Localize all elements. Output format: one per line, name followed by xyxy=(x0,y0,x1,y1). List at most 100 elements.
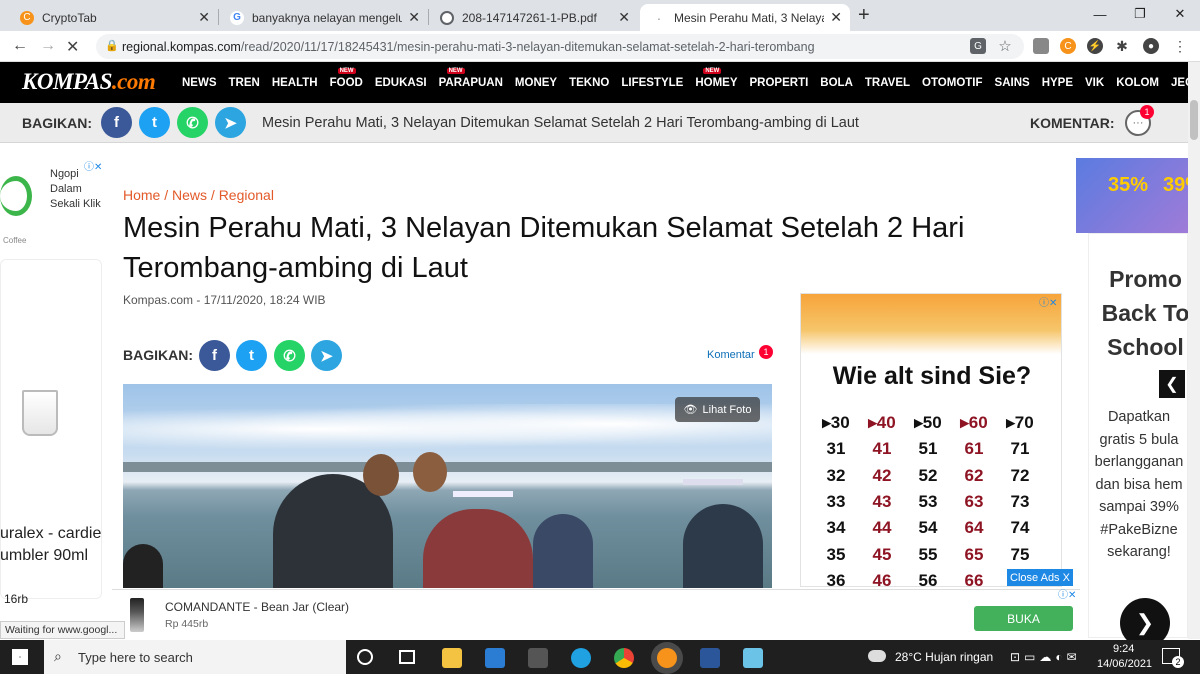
nav-item-parapuan[interactable]: PARAPUAN NEW xyxy=(439,67,503,89)
nav-item-vik[interactable]: VIK xyxy=(1085,77,1104,89)
age-option[interactable]: 32 xyxy=(813,466,859,486)
task-view-icon[interactable] xyxy=(399,650,415,664)
minimize-icon[interactable]: — xyxy=(1080,0,1120,28)
age-option[interactable]: 51 xyxy=(905,439,951,459)
menu-kebab-icon[interactable]: ⋮ xyxy=(1172,38,1188,54)
age-option[interactable]: 54 xyxy=(905,518,951,538)
nav-item-otomotif[interactable]: OTOMOTIF xyxy=(922,77,982,89)
twitter-share-icon[interactable]: t xyxy=(236,340,267,371)
app-icon[interactable] xyxy=(743,648,763,668)
file-explorer-icon[interactable] xyxy=(442,648,462,668)
age-option[interactable]: ▸30 xyxy=(813,413,859,433)
back-icon[interactable]: ← xyxy=(12,37,28,55)
age-option[interactable]: 36 xyxy=(813,571,859,586)
page-scrollbar[interactable] xyxy=(1188,62,1200,639)
whatsapp-share-icon[interactable]: ✆ xyxy=(274,340,305,371)
lihat-foto-button[interactable]: 👁 Lihat Foto xyxy=(675,397,760,422)
close-tab-icon[interactable]: ✕ xyxy=(830,9,842,26)
stop-loading-icon[interactable]: ✕ xyxy=(66,37,79,57)
age-option[interactable]: 75 xyxy=(997,545,1043,565)
bookmark-star-icon[interactable]: ☆ xyxy=(997,38,1013,55)
age-option[interactable]: 45 xyxy=(859,545,905,565)
cortana-icon[interactable] xyxy=(357,649,373,665)
age-option[interactable]: 62 xyxy=(951,466,997,486)
system-tray-icons[interactable]: ⊡▭☁◐✉ xyxy=(1010,650,1081,664)
word-icon[interactable] xyxy=(700,648,720,668)
telegram-share-icon[interactable]: ➤ xyxy=(215,107,246,138)
age-option[interactable]: 46 xyxy=(859,571,905,586)
mail-icon[interactable] xyxy=(485,648,505,668)
age-option[interactable]: 56 xyxy=(905,571,951,586)
breadcrumb[interactable]: Home / News / Regional xyxy=(123,187,274,203)
age-option[interactable]: 31 xyxy=(813,439,859,459)
facebook-share-icon[interactable]: f xyxy=(199,340,230,371)
nav-item-tren[interactable]: TREN xyxy=(229,77,260,89)
age-option[interactable]: 43 xyxy=(859,492,905,512)
clock-date[interactable]: 14/06/2021 xyxy=(1097,658,1152,670)
telegram-share-icon[interactable]: ➤ xyxy=(311,340,342,371)
nav-item-bola[interactable]: BOLA xyxy=(820,77,853,89)
nav-item-health[interactable]: HEALTH xyxy=(272,77,318,89)
age-option[interactable]: 52 xyxy=(905,466,951,486)
age-option[interactable]: 55 xyxy=(905,545,951,565)
age-quiz-ad[interactable]: ⓘ✕ Wie alt sind Sie? ▸30 ▸40 ▸50 ▸60 ▸70 31 41… xyxy=(800,293,1062,587)
close-tab-icon[interactable]: ✕ xyxy=(618,9,630,26)
cryptotab-extension-icon[interactable]: C xyxy=(1060,38,1076,54)
chrome-icon[interactable] xyxy=(614,648,634,668)
age-option[interactable]: 44 xyxy=(859,518,905,538)
age-option[interactable]: 35 xyxy=(813,545,859,565)
close-ads-button[interactable]: Close Ads X xyxy=(1007,569,1073,586)
store-icon[interactable] xyxy=(528,648,548,668)
twitter-share-icon[interactable]: t xyxy=(139,107,170,138)
age-option[interactable]: 63 xyxy=(951,492,997,512)
adchoices-icon[interactable]: ⓘ✕ xyxy=(1058,586,1076,601)
komentar-link[interactable]: Komentar xyxy=(707,349,755,361)
nav-item-travel[interactable]: TRAVEL xyxy=(865,77,910,89)
age-option[interactable]: 71 xyxy=(997,439,1043,459)
nav-item-kolom[interactable]: KOLOM xyxy=(1116,77,1159,89)
age-option[interactable]: ▸70 xyxy=(997,413,1043,433)
left-sidebar-ad[interactable]: Ngopi Dalam Sekali Klik ⓘ✕ Coffee uralex… xyxy=(0,158,110,638)
age-option[interactable]: 72 xyxy=(997,466,1043,486)
nav-item-edukasi[interactable]: EDUKASI xyxy=(375,77,427,89)
age-option[interactable]: 53 xyxy=(905,492,951,512)
nav-item-food[interactable]: FOOD NEW xyxy=(330,67,363,89)
taskbar-search-box[interactable]: ⌕ Type here to search xyxy=(44,640,346,674)
close-tab-icon[interactable]: ✕ xyxy=(408,9,420,26)
tab-pdf[interactable]: 208-147147261-1-PB.pdf ✕ xyxy=(428,4,638,31)
translate-icon[interactable]: G xyxy=(970,38,986,54)
age-option[interactable]: 73 xyxy=(997,492,1043,512)
restore-icon[interactable]: ❐ xyxy=(1120,0,1160,28)
puzzle-extensions-icon[interactable]: ✱ xyxy=(1114,38,1130,54)
age-option[interactable]: ▸60 xyxy=(951,413,997,433)
age-option[interactable]: 42 xyxy=(859,466,905,486)
tab-google-search[interactable]: G banyaknya nelayan mengeluhkan ✕ xyxy=(218,4,428,31)
windows-start-icon[interactable] xyxy=(12,649,28,665)
nav-item-news[interactable]: NEWS xyxy=(182,77,217,89)
age-option[interactable]: 33 xyxy=(813,492,859,512)
adchoices-icon[interactable]: ⓘ✕ xyxy=(84,158,102,173)
age-option[interactable]: 74 xyxy=(997,518,1043,538)
age-option[interactable]: 61 xyxy=(951,439,997,459)
close-window-icon[interactable]: ✕ xyxy=(1160,0,1200,28)
forward-icon[interactable]: → xyxy=(40,37,56,55)
url-field[interactable]: 🔒 regional.kompas.com/read/2020/11/17/18… xyxy=(96,34,1024,59)
nav-item-money[interactable]: MONEY xyxy=(515,77,557,89)
clock-time[interactable]: 9:24 xyxy=(1113,643,1134,655)
edge-icon[interactable] xyxy=(571,648,591,668)
kompas-logo[interactable]: KOMPAS.com xyxy=(22,69,156,95)
tab-kompas-active[interactable]: · Mesin Perahu Mati, 3 Nelayan Di ✕ xyxy=(640,4,850,31)
age-option[interactable]: 66 xyxy=(951,571,997,586)
adchoices-icon[interactable]: ⓘ✕ xyxy=(1039,294,1057,309)
new-tab-button[interactable]: + xyxy=(858,4,870,27)
nav-item-tekno[interactable]: TEKNO xyxy=(569,77,609,89)
age-option[interactable]: ▸40 xyxy=(859,413,905,433)
right-promo-ad[interactable]: 35% 39% Promo Back To School ❮ Dapatkan … xyxy=(1076,158,1200,648)
age-option[interactable]: 64 xyxy=(951,518,997,538)
nav-item-properti[interactable]: PROPERTI xyxy=(750,77,809,89)
buka-button[interactable]: BUKA xyxy=(974,606,1073,631)
nav-item-hype[interactable]: HYPE xyxy=(1042,77,1073,89)
nav-item-lifestyle[interactable]: LIFESTYLE xyxy=(621,77,683,89)
facebook-share-icon[interactable]: f xyxy=(101,107,132,138)
extension-icon[interactable]: ⚡ xyxy=(1087,38,1103,54)
